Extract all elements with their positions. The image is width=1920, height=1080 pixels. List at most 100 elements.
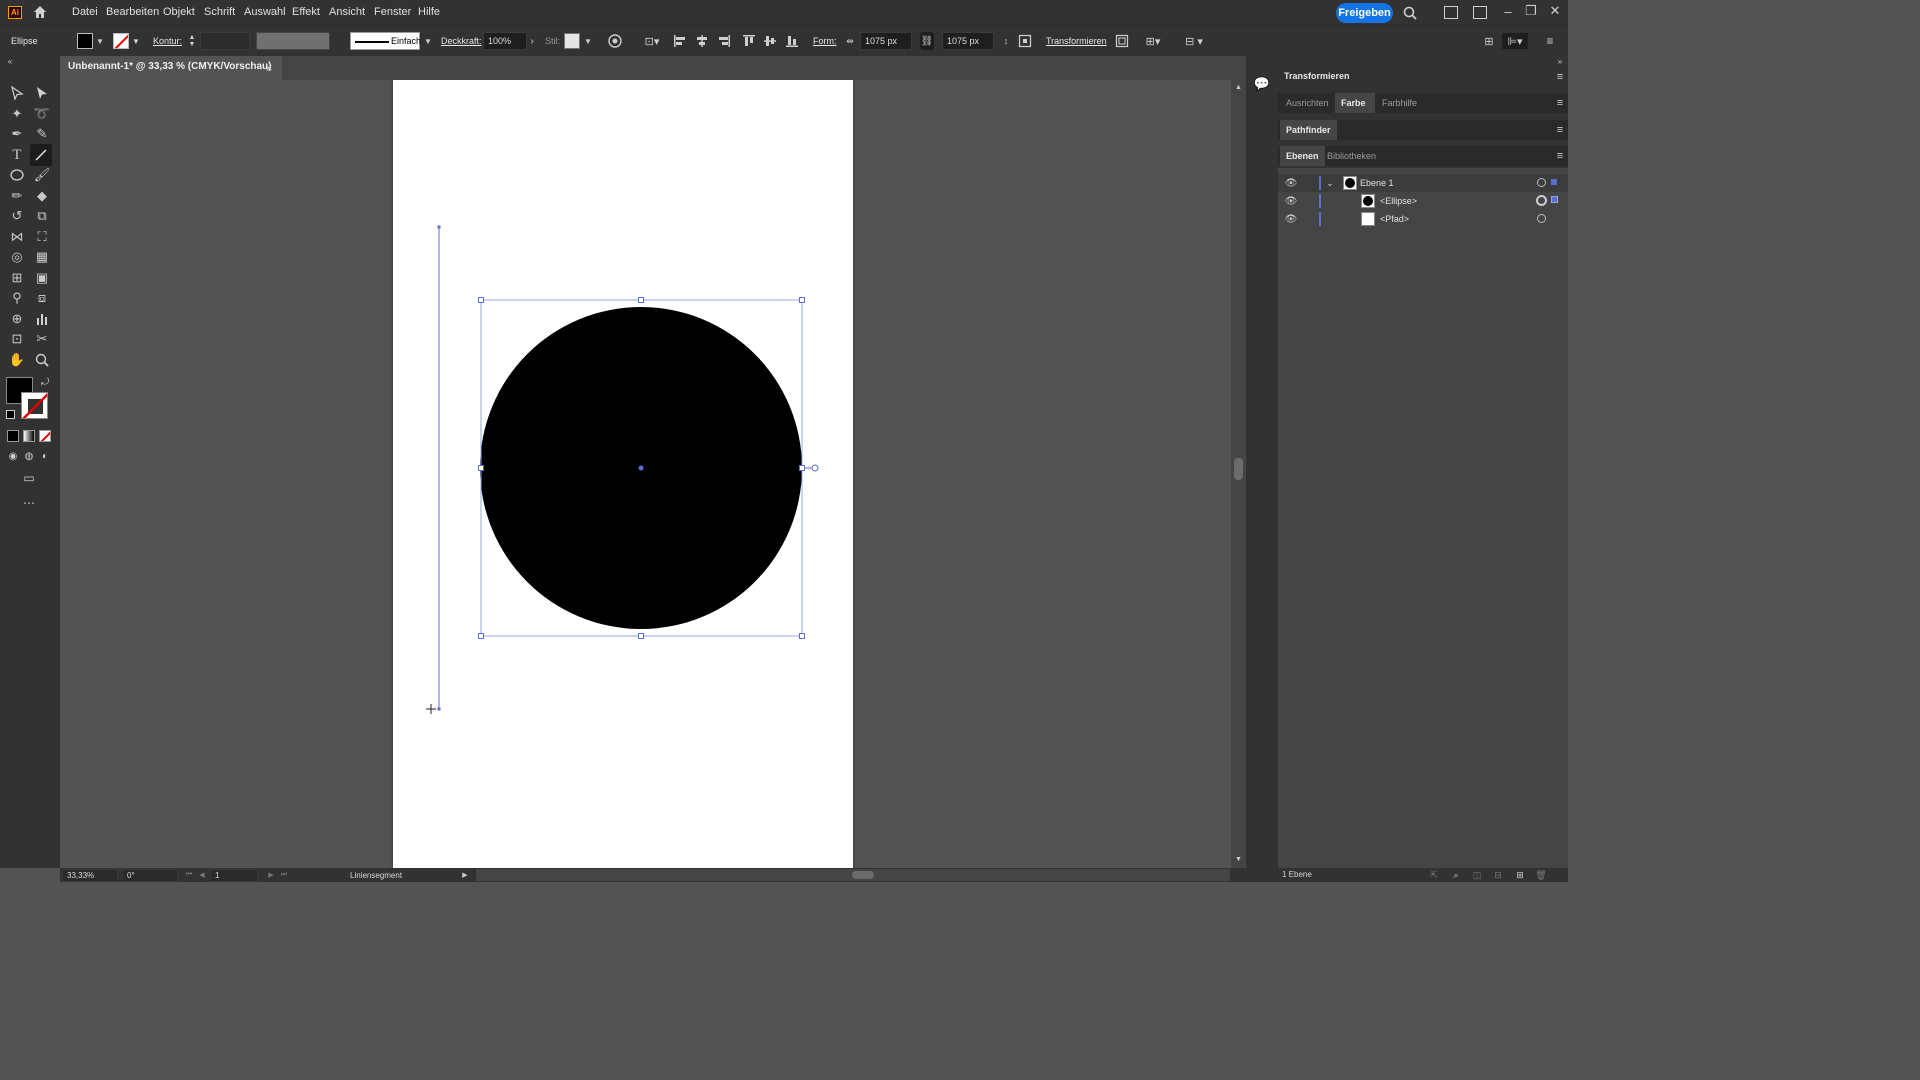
zoom-field[interactable]: 33,33%	[62, 869, 118, 882]
menu-schrift[interactable]: Schrift	[204, 0, 235, 25]
draw-behind-icon[interactable]: ◍	[23, 450, 35, 462]
stroke-weight-field[interactable]	[200, 32, 250, 50]
comments-icon[interactable]: 💬	[1254, 76, 1270, 92]
arrange-documents-icon[interactable]	[1473, 6, 1487, 19]
scroll-down-icon[interactable]: ▼	[1233, 854, 1244, 864]
panel-arrange-icon[interactable]: ⊞	[1481, 33, 1497, 49]
pie-widget-handle[interactable]	[811, 464, 819, 472]
rotate-tool-icon[interactable]: ↺	[7, 206, 27, 226]
restore-icon[interactable]: ❐	[1523, 3, 1539, 18]
gradient-mode-icon[interactable]	[23, 430, 35, 442]
chevron-down-icon[interactable]: ▼	[583, 34, 593, 48]
hand-tool-icon[interactable]: ✋	[7, 350, 27, 370]
document-close-icon[interactable]: ×	[263, 61, 275, 75]
locate-object-icon[interactable]: ⌕	[1450, 869, 1462, 881]
layer-name[interactable]: <Pfad>	[1380, 212, 1409, 226]
workspace-icon[interactable]	[1444, 6, 1458, 19]
lasso-tool-icon[interactable]: ➰	[32, 104, 52, 124]
path-anchor-bottom[interactable]	[437, 707, 441, 711]
draw-normal-icon[interactable]: ◉	[7, 450, 19, 462]
isolate-icon[interactable]	[1114, 33, 1130, 49]
prev-artboard-icon[interactable]: ◀	[197, 869, 207, 881]
width-field[interactable]: 1075 px	[860, 32, 912, 50]
clipping-mask-icon[interactable]: ◫	[1471, 869, 1483, 881]
variable-width-field[interactable]	[256, 32, 330, 50]
menu-auswahl[interactable]: Auswahl	[244, 0, 286, 25]
export-icon[interactable]: ⇱	[1428, 869, 1440, 881]
draw-inside-icon[interactable]: ◐	[39, 450, 51, 462]
artboard-field[interactable]: 1	[210, 869, 258, 882]
share-button[interactable]: Freigeben	[1336, 3, 1393, 23]
transform-link[interactable]: Transformieren	[1046, 34, 1107, 48]
transform-panel-header[interactable]: Transformieren ≡	[1278, 68, 1568, 86]
target-icon[interactable]	[1537, 178, 1546, 187]
type-tool-icon[interactable]: T	[7, 145, 27, 165]
menu-ansicht[interactable]: Ansicht	[329, 0, 365, 25]
align-left-icon[interactable]	[672, 33, 688, 49]
opacity-field[interactable]: 100%	[483, 32, 527, 50]
new-layer-icon[interactable]: ⊞	[1514, 869, 1526, 881]
distribute-icon[interactable]: ⊞▾	[1140, 33, 1166, 49]
perspective-grid-tool-icon[interactable]: ▦	[32, 247, 52, 267]
opacity-label[interactable]: Deckkraft:	[441, 34, 482, 48]
mesh-tool-icon[interactable]: ⊞	[7, 268, 27, 288]
chevron-down-icon[interactable]: ▼	[423, 34, 433, 48]
target-icon[interactable]	[1537, 214, 1546, 223]
collapse-icon[interactable]: «	[4, 57, 16, 66]
layer-name[interactable]: <Ellipse>	[1380, 194, 1417, 208]
free-transform-tool-icon[interactable]: ⛶	[32, 227, 52, 247]
align-center-v-icon[interactable]	[762, 33, 778, 49]
last-artboard-icon[interactable]: ⏭	[279, 869, 289, 881]
align-top-icon[interactable]	[741, 33, 757, 49]
shape-label[interactable]: Form:	[813, 34, 837, 48]
eye-icon[interactable]: 👁	[1284, 212, 1298, 226]
align-right-icon[interactable]	[716, 33, 732, 49]
more-options-icon[interactable]: ⊟ ▾	[1180, 33, 1208, 49]
minimize-icon[interactable]: –	[1500, 4, 1516, 19]
next-artboard-icon[interactable]: ▶	[266, 869, 276, 881]
collapse-panels-icon[interactable]: »	[1554, 57, 1566, 66]
status-menu-arrow-icon[interactable]: ▶	[460, 869, 470, 881]
recolor-artwork-icon[interactable]	[607, 33, 623, 49]
ellipse-tool-icon[interactable]	[7, 165, 27, 185]
path-anchor-top[interactable]	[437, 225, 441, 229]
magic-wand-tool-icon[interactable]: ✦	[7, 104, 27, 124]
curvature-tool-icon[interactable]: ✎	[32, 124, 52, 144]
selection-indicator[interactable]	[1551, 179, 1557, 185]
slice-tool-icon[interactable]: ✂	[32, 329, 52, 349]
menu-objekt[interactable]: Objekt	[163, 0, 195, 25]
home-icon[interactable]	[32, 4, 48, 20]
layer-name[interactable]: Ebene 1	[1360, 176, 1394, 190]
document-tab[interactable]: Unbenannt-1* @ 33,33 % (CMYK/Vorschau) ×	[60, 56, 282, 80]
gradient-tool-icon[interactable]: ▣	[32, 268, 52, 288]
chevron-down-icon[interactable]: ▼	[95, 34, 105, 48]
align-to-icon[interactable]: ⊡▾	[641, 33, 663, 49]
menu-bearbeiten[interactable]: Bearbeiten	[106, 0, 159, 25]
link-icon[interactable]: ⛓	[920, 32, 934, 50]
tab-farbe[interactable]: Farbe	[1335, 93, 1375, 113]
selection-tool-icon[interactable]	[7, 83, 27, 103]
shaper-tool-icon[interactable]: ✏	[7, 186, 27, 206]
tab-ebenen[interactable]: Ebenen	[1280, 146, 1325, 166]
eyedropper-tool-icon[interactable]: ⚲	[7, 288, 27, 308]
eye-icon[interactable]: 👁	[1284, 194, 1298, 208]
scroll-up-icon[interactable]: ▲	[1233, 82, 1244, 92]
menu-datei[interactable]: Datei	[72, 0, 98, 25]
chevron-down-icon[interactable]: ⌄	[1325, 176, 1335, 190]
eraser-tool-icon[interactable]: ◆	[32, 186, 52, 206]
snap-icon[interactable]: ⊫▾	[1502, 33, 1528, 49]
zoom-tool-icon[interactable]	[32, 350, 52, 370]
target-icon[interactable]	[1536, 195, 1547, 206]
stroke-label[interactable]: Kontur:	[153, 34, 182, 48]
blend-tool-icon[interactable]: ⧈	[32, 288, 52, 308]
tab-pathfinder[interactable]: Pathfinder	[1280, 120, 1337, 140]
menu-icon[interactable]: ≡	[1543, 33, 1557, 49]
none-mode-icon[interactable]	[39, 430, 51, 442]
stroke-color-swatch[interactable]	[21, 392, 48, 419]
graph-tool-icon[interactable]	[32, 309, 52, 329]
selection-indicator[interactable]	[1551, 196, 1558, 203]
tab-farbhilfe[interactable]: Farbhilfe	[1376, 93, 1423, 113]
menu-hilfe[interactable]: Hilfe	[418, 0, 440, 25]
eye-icon[interactable]: 👁	[1284, 176, 1298, 190]
new-sublayer-icon[interactable]: ⊟	[1492, 869, 1504, 881]
